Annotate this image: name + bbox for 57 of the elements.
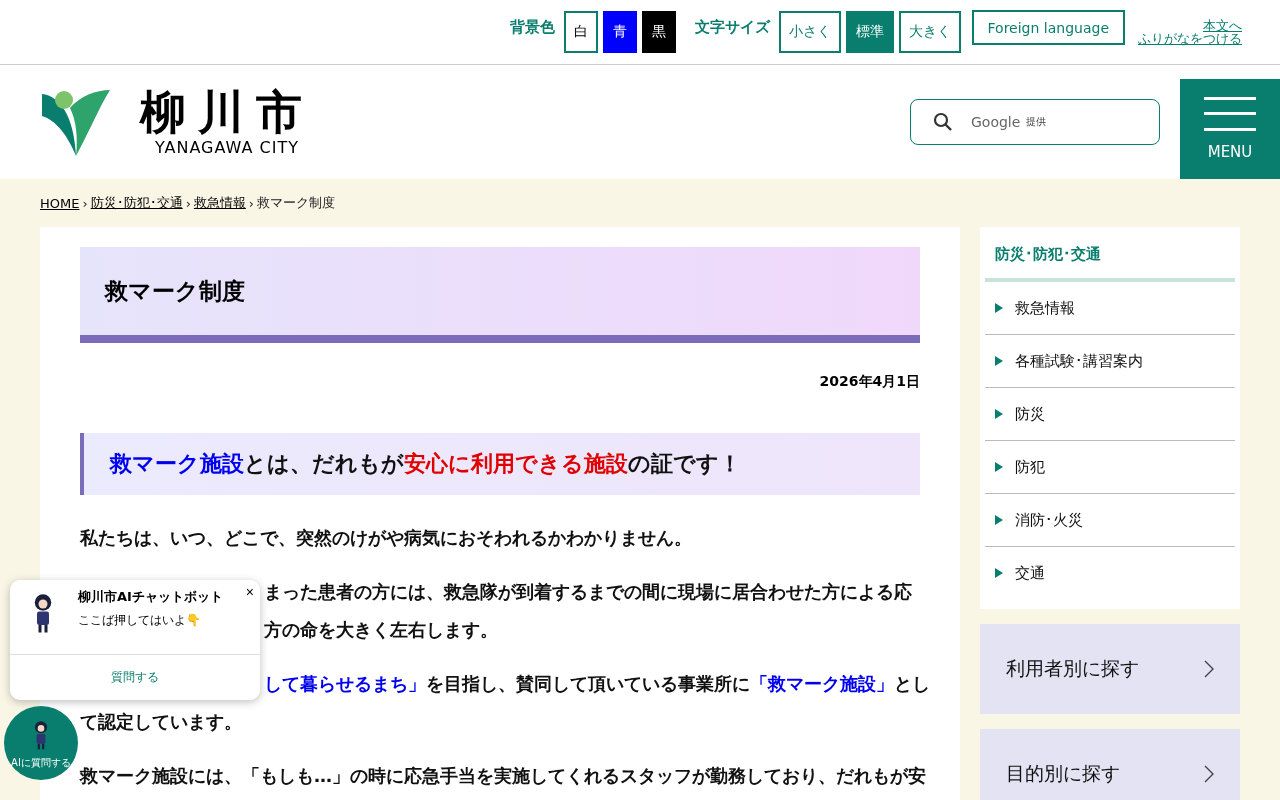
body-text: て認定しています。: [80, 710, 242, 734]
foreign-language-button[interactable]: Foreign language: [971, 10, 1125, 45]
background-color-button[interactable]: 黒: [641, 11, 676, 53]
breadcrumb-link[interactable]: 防災･防犯･交通: [90, 194, 183, 212]
page-title: 救マーク制度: [80, 247, 920, 343]
breadcrumb-separator: ›: [248, 195, 255, 211]
menu-button[interactable]: MENU: [1180, 79, 1280, 179]
search-by-card[interactable]: 目的別に探す: [980, 729, 1240, 800]
chatbot-title: 柳川市AIチャットボット: [78, 588, 224, 606]
category-link[interactable]: 各種試験･講習案内: [985, 335, 1235, 388]
search-provider: Google: [971, 114, 1021, 130]
breadcrumb-link[interactable]: 救急情報: [193, 194, 246, 212]
body-text: して暮らせるまち」を目指し、賛同して頂いている事業所に「救マーク施設」とし: [264, 672, 930, 696]
triangle-bullet-icon: [995, 409, 1003, 419]
text-size-button[interactable]: 標準: [845, 11, 894, 53]
text-size-button[interactable]: 小さく: [778, 11, 841, 53]
ai-chat-launcher[interactable]: AIに質問する: [4, 706, 78, 780]
body-text: まった患者の方には、救急隊が到着するまでの間に現場に居合わせた方による応: [264, 580, 912, 604]
search-provider-note: 提供: [1026, 115, 1047, 129]
body-text: 救マーク施設には、「もしも…」の時に応急手当を実施してくれるスタッフが勤務しており、だれもが安: [80, 764, 926, 788]
category-link[interactable]: 交通: [985, 547, 1235, 599]
triangle-bullet-icon: [995, 568, 1003, 578]
category-link[interactable]: 救急情報: [985, 282, 1235, 335]
triangle-bullet-icon: [995, 303, 1003, 313]
breadcrumb-separator: ›: [185, 195, 191, 211]
breadcrumb-current: 救マーク制度: [257, 194, 336, 212]
city-name: 柳川市: [140, 87, 314, 138]
chevron-right-icon: [1204, 765, 1214, 783]
skip-link[interactable]: 本文へ: [1203, 19, 1242, 32]
chevron-right-icon: [1204, 660, 1214, 678]
breadcrumb-link[interactable]: HOME: [40, 195, 80, 211]
search-field[interactable]: Google 提供: [910, 99, 1160, 145]
skip-link[interactable]: ふりがなをつける: [1138, 32, 1242, 45]
body-text: 方の命を大きく左右します。: [264, 618, 498, 642]
search-icon: [933, 112, 953, 132]
ask-question-button[interactable]: 質問する: [10, 655, 260, 700]
category-link[interactable]: 消防･火災: [985, 494, 1235, 547]
breadcrumb-separator: ›: [82, 195, 88, 211]
triangle-bullet-icon: [995, 515, 1003, 525]
publish-date: 2026年4月1日: [818, 373, 920, 391]
category-link[interactable]: 防災: [985, 388, 1235, 441]
background-color-button[interactable]: 青: [602, 11, 637, 53]
background-color-label: 背景色: [509, 18, 555, 37]
category-link[interactable]: 防犯: [985, 441, 1235, 494]
lead-heading: 救マーク施設とは、だれもが安心に利用できる施設の証です！: [80, 433, 920, 495]
text-size-label: 文字サイズ: [694, 18, 770, 37]
category-heading: 防災･防犯･交通: [985, 237, 1235, 282]
body-text: 私たちは、いつ、どこで、突然のけがや病気におそわれるかわかりません。: [80, 526, 692, 550]
background-color-button[interactable]: 白: [563, 11, 598, 53]
city-name-english: YANAGAWA CITY: [155, 137, 299, 157]
search-by-card[interactable]: 利用者別に探す: [980, 624, 1240, 714]
triangle-bullet-icon: [995, 356, 1003, 366]
close-button[interactable]: ×: [245, 584, 254, 600]
chatbot-message: ここば押してはいよ👇: [78, 612, 202, 629]
triangle-bullet-icon: [995, 462, 1003, 472]
text-size-button[interactable]: 大きく: [898, 11, 961, 53]
menu-icon: [1204, 97, 1256, 131]
